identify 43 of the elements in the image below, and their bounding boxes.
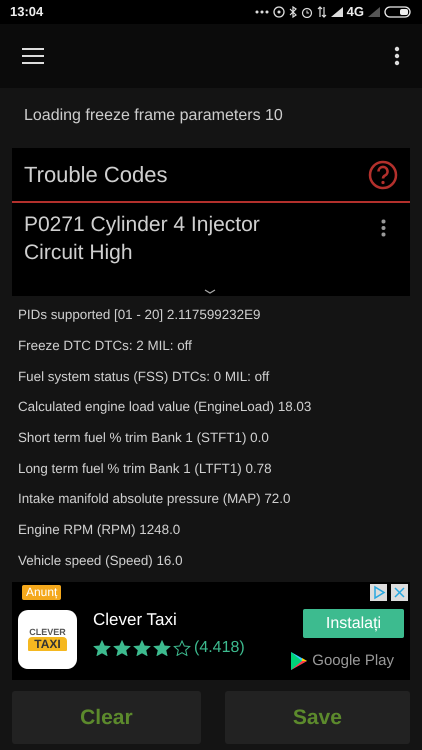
app-name: Clever Taxi xyxy=(93,609,178,632)
store-label: Google Play xyxy=(312,651,394,672)
overflow-menu-icon[interactable] xyxy=(381,219,386,237)
rating-count: (4.418) xyxy=(194,638,245,658)
network-label: 4G xyxy=(346,3,364,22)
pid-reading: Intake manifold absolute pressure (MAP) 72.0 xyxy=(18,490,290,508)
pid-reading: Long term fuel % trim Bank 1 (LTFT1) 0.78 xyxy=(18,460,272,478)
close-icon[interactable] xyxy=(391,584,408,602)
save-button[interactable]: Save xyxy=(224,691,410,744)
signal-icon xyxy=(330,7,343,17)
pid-reading: Vehicle speed (Speed) 16.0 xyxy=(18,552,183,570)
star-icon xyxy=(133,640,151,656)
pid-reading: Fuel system status (FSS) DTCs: 0 MIL: off xyxy=(18,368,270,386)
icon-text: TAXI xyxy=(28,637,67,652)
star-icon xyxy=(93,640,111,656)
bluetooth-icon xyxy=(288,6,297,18)
star-icon xyxy=(113,640,131,656)
battery-icon xyxy=(384,6,412,18)
more-icon xyxy=(254,9,269,15)
pid-reading: Short term fuel % trim Bank 1 (STFT1) 0.0 xyxy=(18,429,269,448)
star-outline-icon xyxy=(173,640,191,656)
alarm-icon xyxy=(300,6,313,18)
pid-reading: Engine RPM (RPM) 1248.0 xyxy=(18,521,180,540)
chevron-down-icon xyxy=(204,289,216,294)
signal-icon xyxy=(368,7,380,17)
menu-icon[interactable] xyxy=(22,48,44,64)
star-icon xyxy=(153,640,171,656)
install-button[interactable]: Instalați xyxy=(303,609,404,638)
data-arrows-icon xyxy=(316,6,327,18)
clear-button[interactable]: Clear xyxy=(12,691,201,744)
card-title: Trouble Codes xyxy=(24,161,168,189)
status-time: 13:04 xyxy=(10,3,44,22)
ad-choices-icon[interactable] xyxy=(370,584,387,602)
icon-text: CLEVER xyxy=(29,628,66,638)
overflow-menu-icon[interactable] xyxy=(394,46,400,66)
pid-reading: Calculated engine load value (EngineLoad) 18.03 xyxy=(18,398,312,416)
pid-reading: PIDs supported [01 - 20] 2.117599232E9 xyxy=(18,306,260,324)
help-icon[interactable] xyxy=(368,160,398,190)
pid-reading: Freeze DTC DTCs: 2 MIL: off xyxy=(18,336,192,355)
play-store-icon xyxy=(290,651,308,672)
ad-badge: Anunț xyxy=(22,585,62,600)
loading-status: Loading freeze frame parameters 10 xyxy=(24,106,283,126)
trouble-code[interactable]: P0271 Cylinder 4 Injector Circuit High xyxy=(24,211,324,288)
